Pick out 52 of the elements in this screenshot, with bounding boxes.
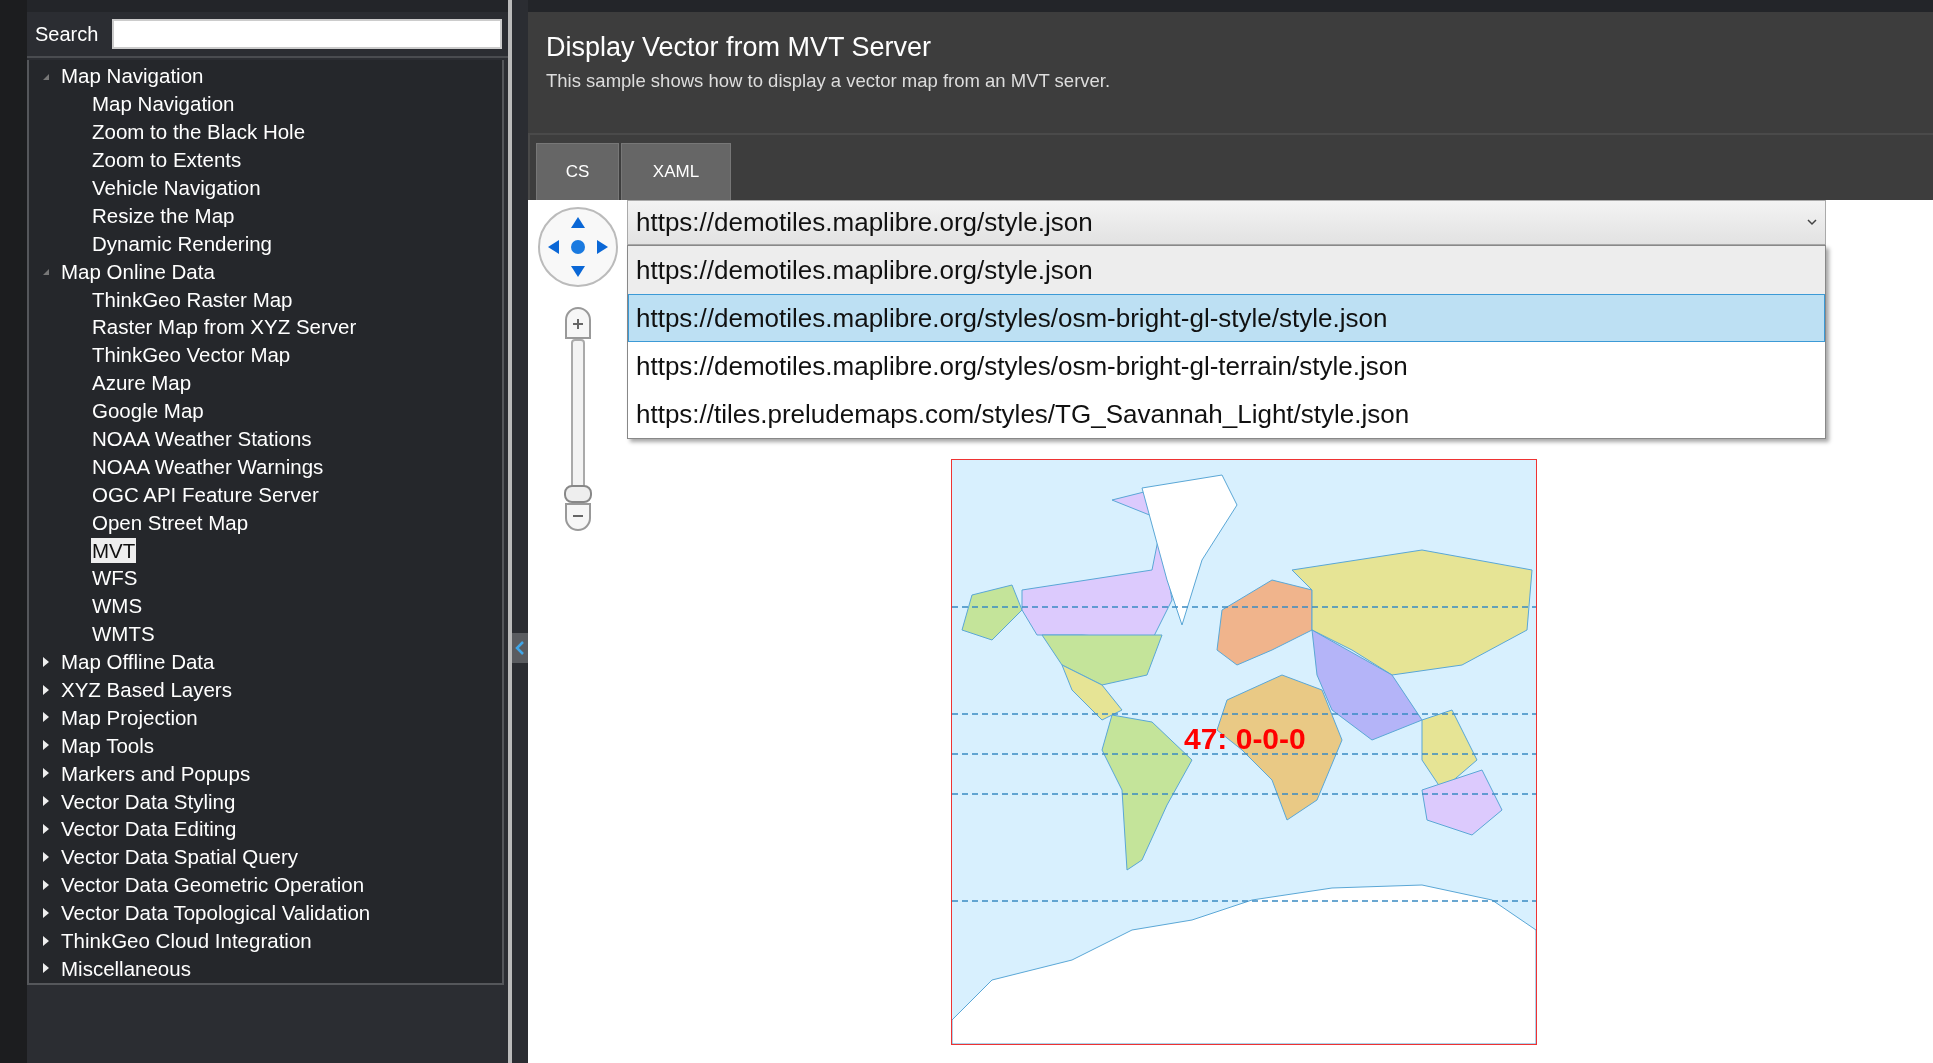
tree-item[interactable]: WMTS	[91, 621, 156, 647]
tree-item[interactable]: Azure Map	[91, 370, 193, 396]
tree-item[interactable]: ThinkGeo Cloud Integration	[60, 928, 313, 954]
tree-item[interactable]: Dynamic Rendering	[91, 230, 274, 256]
page-title: Display Vector from MVT Server	[546, 31, 933, 64]
tree-item[interactable]: Markers and Popups	[60, 760, 252, 786]
dropdown-option[interactable]: https://demotiles.maplibre.org/style.json	[628, 246, 1825, 294]
tree-item[interactable]: Map Navigation	[91, 91, 236, 117]
tree-item[interactable]: Vector Data Editing	[60, 816, 238, 842]
tree-item[interactable]: XYZ Based Layers	[60, 677, 233, 703]
tree-item[interactable]: NOAA Weather Warnings	[91, 453, 325, 479]
tree-item[interactable]: Vector Data Geometric Operation	[60, 872, 366, 898]
tree-item[interactable]: Map Tools	[60, 732, 156, 758]
tree-item[interactable]: Map Online Data	[60, 258, 216, 284]
chevron-left-icon	[515, 640, 525, 656]
zoom-in-button[interactable]	[564, 307, 591, 339]
tree-item[interactable]: MVT	[91, 537, 137, 563]
search-field[interactable]	[112, 19, 502, 49]
tree-item[interactable]: Map Offline Data	[60, 649, 216, 675]
chevron-down-icon	[1807, 219, 1817, 226]
tile-label: 47: 0-0-0	[1184, 722, 1306, 756]
tree-item[interactable]: Raster Map from XYZ Server	[91, 314, 358, 340]
code-tab[interactable]: CS	[536, 143, 619, 200]
tree-item[interactable]: WFS	[91, 565, 139, 591]
tree-item[interactable]: NOAA Weather Stations	[91, 426, 313, 451]
code-tab[interactable]: XAML	[621, 143, 731, 200]
tree-item[interactable]: ThinkGeo Raster Map	[91, 286, 294, 312]
tree-item[interactable]: OGC API Feature Server	[91, 481, 320, 507]
tree-item[interactable]: Vector Data Topological Validation	[60, 900, 372, 926]
search-label: Search	[35, 22, 99, 46]
tree-item[interactable]: Open Street Map	[91, 509, 250, 535]
pan-control[interactable]	[536, 206, 619, 288]
style-dropdown[interactable]: https://demotiles.maplibre.org/style.json	[627, 200, 1826, 245]
tree-item[interactable]: Miscellaneous	[60, 955, 192, 981]
zoom-out-button[interactable]	[564, 503, 591, 531]
dropdown-option[interactable]: https://demotiles.maplibre.org/styles/osm-bright-gl-terrain/style.json	[628, 342, 1825, 390]
dropdown-option[interactable]: https://tiles.preludemaps.com/styles/TG_Savannah_Light/style.json	[628, 390, 1825, 438]
dropdown-option[interactable]: https://demotiles.maplibre.org/styles/osm-bright-gl-style/style.json	[628, 294, 1825, 342]
tree-item[interactable]: Resize the Map	[91, 202, 236, 228]
page-subtitle: This sample shows how to display a vector map from an MVT server.	[546, 69, 1112, 93]
tree-item[interactable]: ThinkGeo Vector Map	[91, 342, 292, 368]
tree-item[interactable]: Vehicle Navigation	[91, 175, 262, 200]
tree-item[interactable]: Google Map	[91, 398, 205, 424]
zoom-slider-thumb[interactable]	[563, 485, 592, 503]
collapse-button[interactable]	[512, 633, 528, 663]
tree-item[interactable]: WMS	[91, 593, 144, 619]
tree-item[interactable]: Zoom to Extents	[91, 147, 243, 173]
tree-item[interactable]: Map Navigation	[60, 63, 205, 89]
tree-item[interactable]: Vector Data Styling	[60, 788, 237, 814]
tree-item[interactable]: Zoom to the Black Hole	[91, 119, 307, 145]
tree-item[interactable]: Vector Data Spatial Query	[60, 844, 299, 870]
tree-item[interactable]: Map Projection	[60, 704, 199, 730]
